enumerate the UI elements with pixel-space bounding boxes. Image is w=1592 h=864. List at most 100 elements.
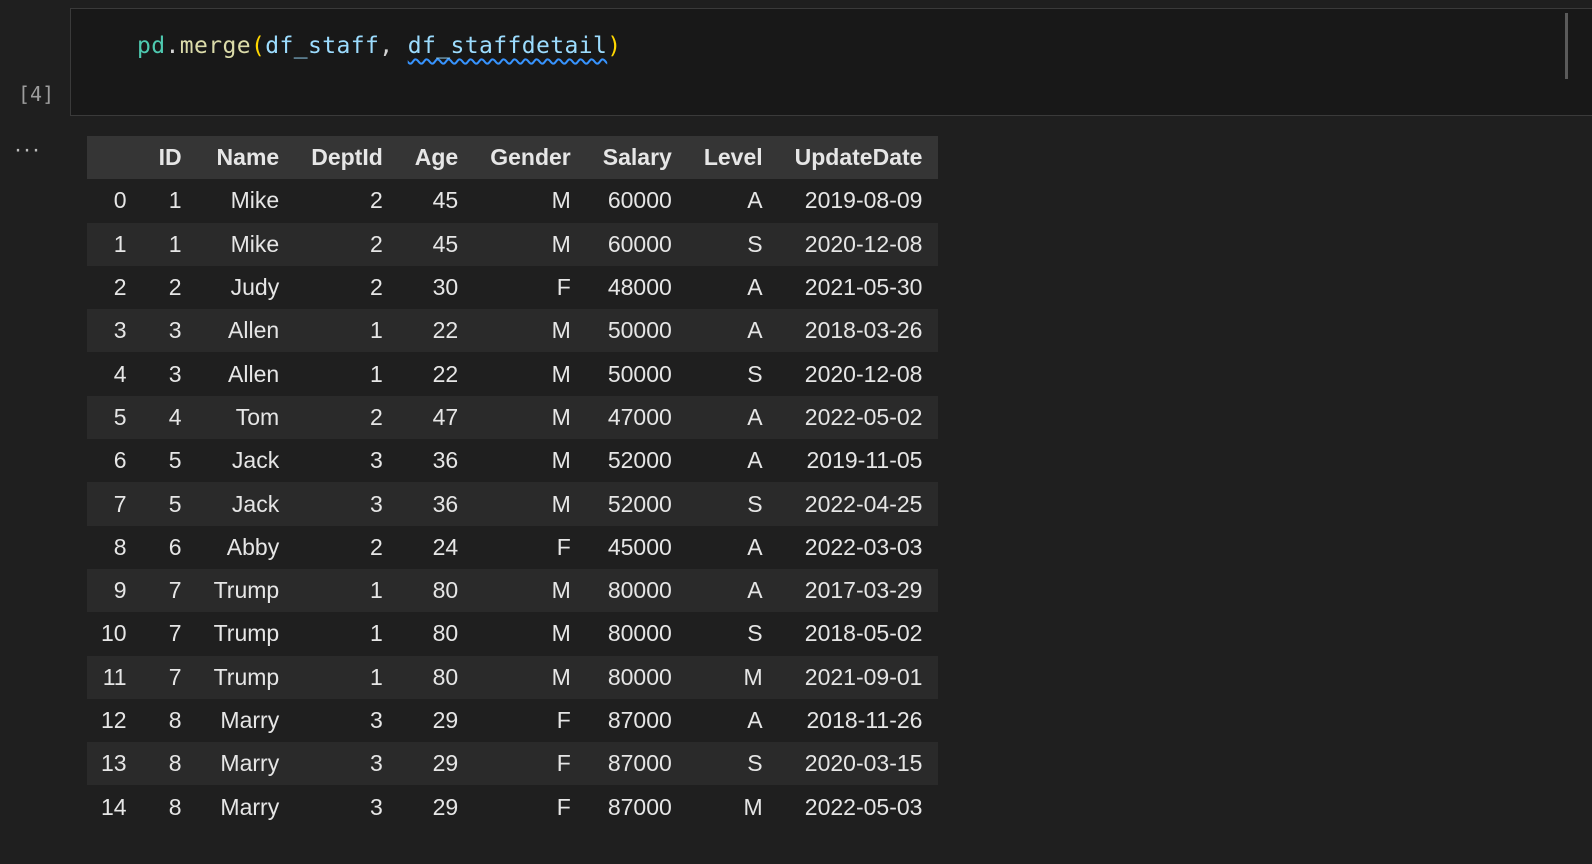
table-cell-id: 1 bbox=[168, 187, 182, 214]
table-cell-id: 5 bbox=[168, 447, 182, 474]
table-cell-updatedate: 2020-12-08 bbox=[804, 230, 923, 257]
table-cell-age: 36 bbox=[432, 490, 459, 517]
row-index-cell: 4 bbox=[113, 360, 127, 387]
table-cell-level: S bbox=[747, 750, 763, 777]
table-cell-updatedate: 2022-05-02 bbox=[804, 403, 923, 430]
table-cell-deptid: 3 bbox=[369, 707, 383, 733]
table-cell-gender: F bbox=[556, 707, 571, 733]
table-row: 5 4 Tom 2 47 M 47000 A 2022-05-02 bbox=[87, 395, 939, 440]
table-cell-updatedate: 2021-09-01 bbox=[804, 663, 923, 690]
table-cell-deptid: 1 bbox=[369, 360, 383, 387]
code-arg-df-staffdetail[interactable]: df_staffdetail bbox=[408, 33, 607, 59]
table-cell-updatedate: 2022-05-03 bbox=[804, 793, 923, 820]
table-cell-gender: M bbox=[551, 447, 571, 474]
table-cell-updatedate: 2019-08-09 bbox=[804, 187, 923, 214]
table-cell-updatedate: 2018-03-26 bbox=[804, 317, 923, 344]
table-cell-updatedate: 2018-11-26 bbox=[806, 707, 923, 733]
table-cell-salary: 80000 bbox=[607, 663, 672, 690]
table-cell-deptid: 2 bbox=[369, 230, 383, 257]
table-cell-level: A bbox=[747, 317, 763, 344]
table-cell-level: S bbox=[747, 620, 763, 647]
table-cell-gender: M bbox=[551, 317, 571, 344]
output-more-actions-icon[interactable]: ··· bbox=[14, 136, 41, 164]
column-header-deptid: DeptId bbox=[295, 136, 399, 180]
table-cell-salary: 80000 bbox=[607, 577, 672, 604]
table-cell-gender: M bbox=[551, 230, 571, 257]
table-cell-age: 29 bbox=[432, 793, 459, 820]
table-cell-updatedate: 2020-12-08 bbox=[804, 360, 923, 387]
table-cell-deptid: 1 bbox=[369, 620, 383, 647]
code-close-paren: ) bbox=[607, 33, 622, 59]
table-cell-salary: 60000 bbox=[607, 230, 672, 257]
table-cell-level: A bbox=[747, 187, 763, 214]
table-cell-id: 1 bbox=[168, 230, 182, 257]
code-function-token: merge bbox=[179, 33, 251, 59]
table-row: 2 2 Judy 2 30 F 48000 A 2021-05-30 bbox=[87, 265, 939, 310]
table-cell-updatedate: 2022-04-25 bbox=[804, 490, 923, 517]
row-index-cell: 5 bbox=[113, 403, 127, 430]
row-index-cell: 11 bbox=[102, 663, 127, 690]
table-cell-level: S bbox=[747, 490, 763, 517]
table-cell-id: 3 bbox=[168, 360, 182, 387]
table-cell-age: 45 bbox=[432, 187, 459, 214]
table-cell-id: 7 bbox=[168, 663, 182, 690]
table-cell-salary: 50000 bbox=[607, 317, 672, 344]
table-cell-name: Marry bbox=[220, 793, 280, 820]
editor-scrollbar[interactable] bbox=[1565, 13, 1568, 79]
table-cell-salary: 48000 bbox=[607, 274, 672, 301]
table-cell-id: 3 bbox=[168, 317, 182, 344]
table-cell-level: A bbox=[747, 707, 763, 733]
table-cell-name: Allen bbox=[228, 317, 280, 344]
table-cell-age: 22 bbox=[432, 360, 459, 387]
row-index-cell: 12 bbox=[101, 707, 127, 733]
code-module-token: pd bbox=[137, 33, 166, 59]
table-cell-level: A bbox=[747, 447, 763, 474]
table-cell-deptid: 2 bbox=[369, 274, 383, 301]
table-cell-level: A bbox=[747, 533, 763, 560]
table-cell-id: 8 bbox=[168, 750, 182, 777]
table-cell-age: 30 bbox=[432, 274, 459, 301]
table-row: 9 7 Trump 1 80 M 80000 A 2017-03-29 bbox=[87, 568, 939, 613]
table-cell-gender: M bbox=[551, 577, 571, 604]
table-cell-age: 29 bbox=[432, 750, 459, 777]
table-row: 11 7 Trump 1 80 M 80000 M 2021-09-01 bbox=[87, 655, 939, 699]
table-cell-gender: M bbox=[551, 620, 571, 647]
table-cell-updatedate: 2018-05-02 bbox=[804, 620, 923, 647]
table-row: 0 1 Mike 2 45 M 60000 A 2019-08-09 bbox=[87, 179, 939, 223]
code-line[interactable]: pd.merge(df_staff, df_staffdetail) bbox=[137, 33, 621, 59]
table-cell-id: 8 bbox=[168, 793, 182, 820]
code-comma: , bbox=[379, 33, 408, 59]
code-open-paren: ( bbox=[251, 33, 266, 59]
table-cell-gender: M bbox=[551, 663, 571, 690]
execution-count: [4] bbox=[18, 82, 55, 106]
row-index-cell: 1 bbox=[113, 230, 127, 257]
table-cell-name: Jack bbox=[231, 447, 280, 474]
code-arg-df-staff: df_staff bbox=[265, 33, 380, 59]
table-cell-level: A bbox=[747, 577, 763, 604]
table-row: 3 3 Allen 1 22 M 50000 A 2018-03-26 bbox=[87, 309, 939, 353]
table-cell-name: Trump bbox=[213, 577, 280, 604]
code-cell-editor[interactable]: pd.merge(df_staff, df_staffdetail) bbox=[70, 8, 1592, 116]
table-cell-deptid: 1 bbox=[369, 317, 383, 344]
row-index-cell: 9 bbox=[113, 577, 127, 604]
table-cell-deptid: 3 bbox=[369, 750, 383, 777]
table-cell-gender: F bbox=[556, 274, 571, 301]
table-cell-age: 47 bbox=[432, 403, 459, 430]
table-cell-updatedate: 2019-11-05 bbox=[806, 447, 923, 474]
table-cell-name: Marry bbox=[220, 707, 280, 733]
row-index-cell: 8 bbox=[113, 533, 127, 560]
table-cell-age: 80 bbox=[432, 620, 459, 647]
row-index-cell: 0 bbox=[113, 187, 127, 214]
table-cell-gender: F bbox=[556, 533, 571, 560]
table-cell-name: Trump bbox=[213, 663, 280, 690]
table-cell-name: Mike bbox=[230, 230, 280, 257]
table-cell-updatedate: 2022-03-03 bbox=[804, 533, 923, 560]
row-index-cell: 7 bbox=[113, 490, 127, 517]
row-index-cell: 14 bbox=[101, 793, 127, 820]
row-index-cell: 13 bbox=[101, 750, 127, 777]
table-cell-level: M bbox=[743, 793, 763, 820]
table-cell-deptid: 3 bbox=[369, 447, 383, 474]
table-row: 4 3 Allen 1 22 M 50000 S 2020-12-08 bbox=[87, 352, 939, 396]
row-index-cell: 3 bbox=[113, 317, 127, 344]
table-cell-gender: M bbox=[551, 403, 571, 430]
